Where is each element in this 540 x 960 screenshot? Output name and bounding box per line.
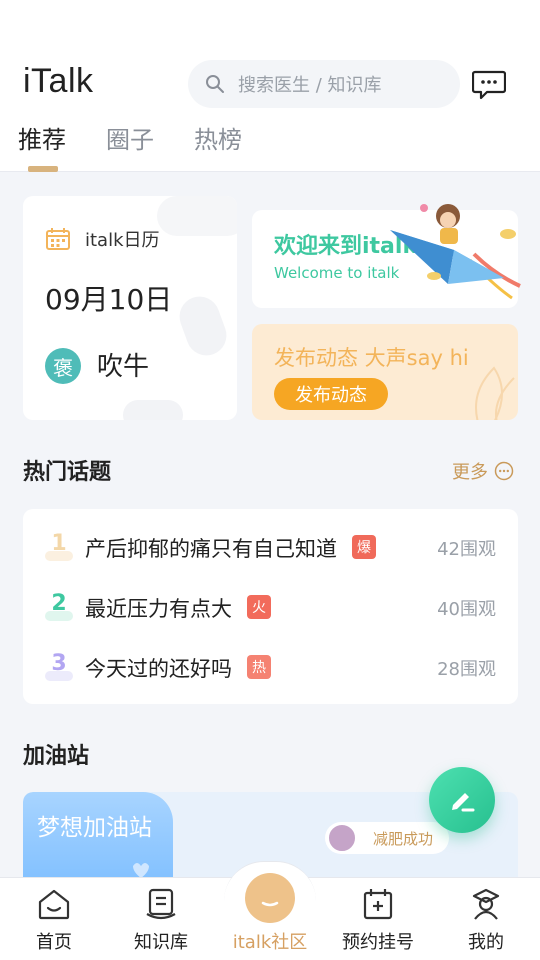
nav-label-community[interactable]: italk社区 (224, 928, 316, 954)
tab-bar: 推荐 圈子 热榜 (18, 120, 282, 155)
edit-icon (452, 793, 475, 812)
topic-count: 40围观 (437, 599, 496, 620)
calendar-title: italk日历 (85, 230, 160, 251)
decoration (123, 400, 183, 420)
nav-label: 我的 (468, 932, 504, 953)
nav-label: 知识库 (134, 932, 188, 953)
nav-profile[interactable]: 我的 (441, 886, 531, 954)
topic-item[interactable]: 2 最近压力有点大 火 40围观 (23, 587, 518, 627)
nav-label: 首页 (36, 932, 72, 953)
welcome-subtitle: Welcome to italk (274, 264, 400, 282)
topic-text: 最近压力有点大 (85, 597, 232, 621)
search-icon (204, 73, 226, 95)
active-tab-indicator (28, 166, 58, 172)
nav-knowledge[interactable]: 知识库 (116, 886, 206, 954)
tab-circle[interactable]: 圈子 (106, 120, 154, 155)
graduate-icon (472, 888, 500, 920)
decoration (157, 196, 237, 236)
topic-rank: 2 (51, 591, 67, 616)
dream-boost-title: 梦想加油站 (37, 815, 152, 841)
search-placeholder: 搜索医生 / 知识库 (238, 75, 382, 96)
post-card[interactable]: 发布动态 大声say hi 发布动态 (252, 324, 518, 420)
home-icon (38, 889, 70, 920)
hot-topics-list: 1 产后抑郁的痛只有自己知道 爆 42围观 2 最近压力有点大 火 40围观 3… (23, 509, 518, 704)
topic-item[interactable]: 3 今天过的还好吗 热 28围观 (23, 647, 518, 687)
calendar-note: 吹牛 (97, 352, 150, 382)
boost-title: 加油站 (23, 744, 90, 769)
topic-text: 今天过的还好吗 (85, 657, 232, 681)
community-icon[interactable] (245, 873, 295, 923)
topic-tag: 火 (247, 595, 271, 619)
paper-plane-illustration (390, 204, 521, 300)
topic-count: 28围观 (437, 659, 496, 680)
topic-tag: 爆 (352, 535, 376, 559)
post-button[interactable]: 发布动态 (274, 378, 388, 410)
compose-button[interactable] (429, 767, 495, 833)
topic-rank: 1 (51, 531, 67, 556)
more-label: 更多 (452, 462, 488, 483)
tab-recommend[interactable]: 推荐 (18, 120, 66, 155)
success-chip-text: 减肥成功 (373, 829, 434, 848)
post-title: 发布动态 大声say hi (274, 346, 469, 370)
calendar-icon (45, 227, 71, 251)
topic-text: 产后抑郁的痛只有自己知道 (85, 537, 337, 561)
topic-count: 42围观 (437, 539, 496, 560)
decoration (173, 290, 233, 362)
calendar-date: 09月10日 (45, 283, 173, 316)
calendar-header: italk日历 (45, 226, 160, 252)
nav-appointment[interactable]: 预约挂号 (333, 886, 423, 954)
welcome-card[interactable]: 欢迎来到italk Welcome to italk (252, 204, 521, 308)
topic-tag: 热 (247, 655, 271, 679)
message-icon[interactable] (471, 68, 507, 100)
tab-hot-list[interactable]: 热榜 (194, 120, 242, 155)
book-icon (146, 888, 176, 920)
success-chip[interactable]: 减肥成功 (325, 822, 449, 854)
more-link[interactable]: 更多 (452, 458, 514, 484)
hot-topics-title: 热门话题 (23, 460, 112, 485)
topic-item[interactable]: 1 产后抑郁的痛只有自己知道 爆 42围观 (23, 527, 518, 567)
nav-home[interactable]: 首页 (9, 886, 99, 954)
app-title: iTalk (23, 62, 94, 100)
nav-label: 预约挂号 (342, 932, 414, 953)
calendar-badge: 褒 (45, 348, 81, 384)
calendar-plus-icon (363, 889, 393, 920)
topic-rank: 3 (51, 651, 67, 676)
search-bar[interactable]: 搜索医生 / 知识库 (188, 60, 460, 108)
more-icon (494, 461, 514, 481)
avatar (327, 823, 357, 853)
header: iTalk 搜索医生 / 知识库 推荐 圈子 热榜 (0, 0, 540, 172)
calendar-card[interactable]: italk日历 09月10日 褒 吹牛 (23, 196, 237, 420)
